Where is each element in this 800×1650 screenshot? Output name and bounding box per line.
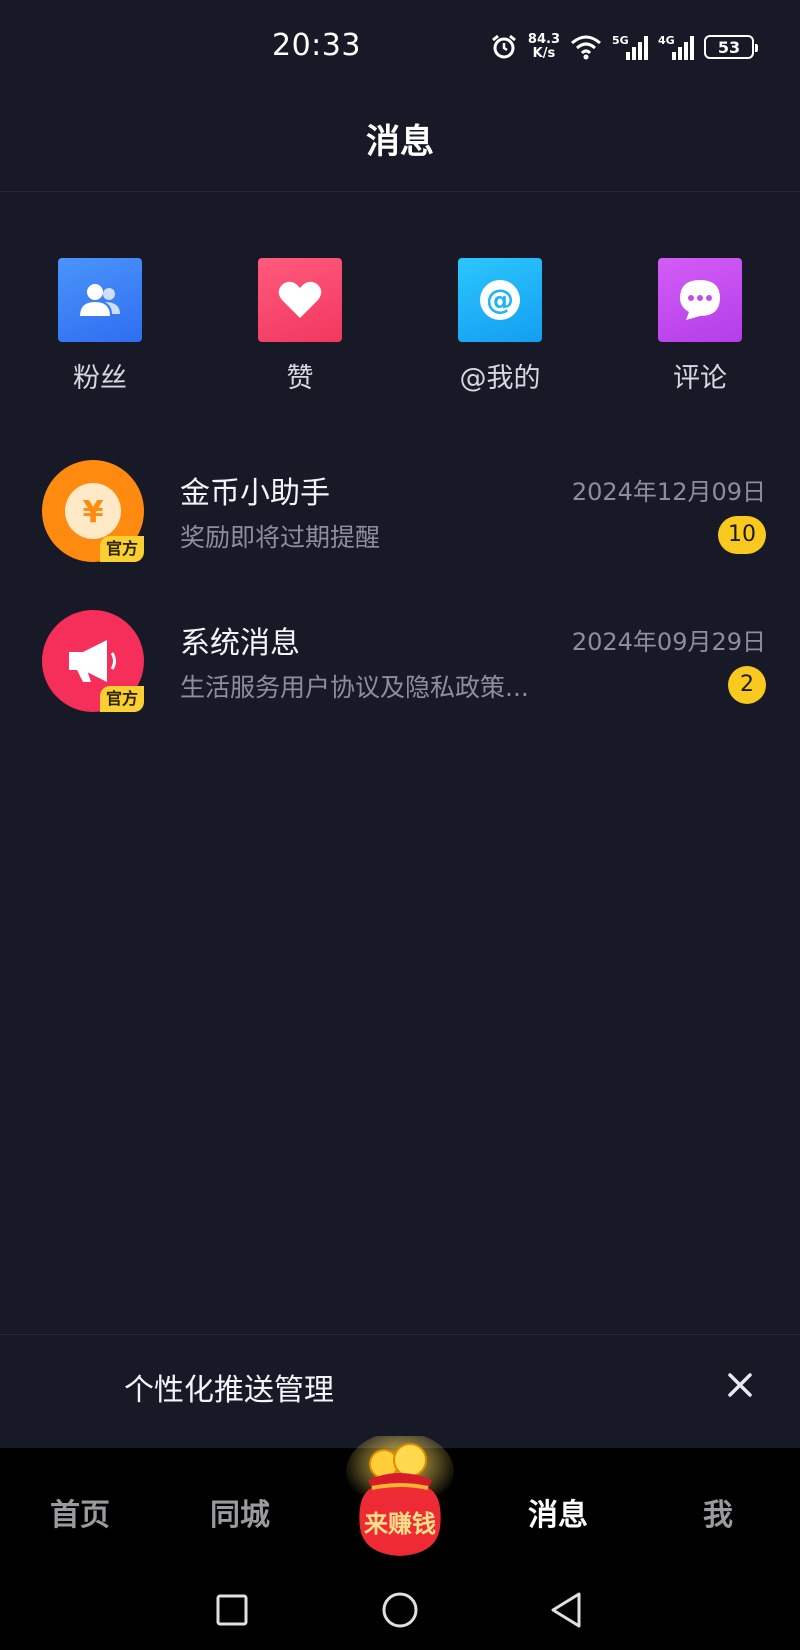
message-preview: 生活服务用户协议及隐私政策... xyxy=(180,673,529,702)
alarm-icon xyxy=(491,34,516,59)
tab-messages[interactable]: 消息 xyxy=(498,1490,618,1534)
avatar: 官方 xyxy=(42,610,144,712)
official-badge: 官方 xyxy=(99,686,144,712)
message-title: 系统消息 xyxy=(180,626,300,661)
back-button[interactable] xyxy=(540,1584,592,1636)
status-time: 20:33 xyxy=(272,28,361,63)
tab-home[interactable]: 首页 xyxy=(20,1490,140,1534)
quick-entry-comments[interactable]: 评论 xyxy=(630,258,770,395)
svg-text:¥: ¥ xyxy=(83,495,104,530)
red-packet-icon xyxy=(346,1432,454,1556)
message-preview: 奖励即将过期提醒 xyxy=(180,523,381,552)
circle-icon xyxy=(382,1592,418,1628)
at-icon: @ xyxy=(458,258,542,342)
earn-money-button[interactable]: 来赚钱 xyxy=(342,1432,458,1566)
battery-icon: 53 xyxy=(704,35,758,59)
quick-entry-label: 赞 xyxy=(286,363,314,394)
unread-badge: 2 xyxy=(728,666,766,704)
close-icon[interactable] xyxy=(720,1365,760,1405)
fans-icon xyxy=(58,258,142,342)
wifi-icon xyxy=(571,35,601,60)
header: 消息 xyxy=(0,92,800,192)
signal-5g-icon: 5G xyxy=(612,34,648,60)
back-triangle-icon xyxy=(551,1592,581,1628)
quick-entry-label: @我的 xyxy=(459,363,541,394)
message-date: 2024年09月29日 xyxy=(571,628,766,656)
quick-entry-likes[interactable]: 赞 xyxy=(230,258,370,395)
net-speed: 84.3 K/s xyxy=(527,32,560,61)
message-title: 金币小助手 xyxy=(180,476,330,511)
status-bar: 20:33 84.3 K/s 5G 4G 53 xyxy=(0,0,800,92)
square-icon xyxy=(216,1594,248,1626)
tab-me[interactable]: 我 xyxy=(658,1490,778,1534)
svg-text:@: @ xyxy=(486,283,514,316)
list-item[interactable]: 官方 系统消息 生活服务用户协议及隐私政策... 2024年09月29日 2 xyxy=(0,610,800,720)
quick-entry-fans[interactable]: 粉丝 xyxy=(30,258,170,395)
push-management-banner[interactable]: 个性化推送管理 xyxy=(0,1334,800,1448)
recent-apps-button[interactable] xyxy=(206,1584,258,1636)
heart-icon xyxy=(258,258,342,342)
signal-4g-icon: 4G xyxy=(658,34,694,60)
quick-entries: 粉丝 赞 @ @我的 评论 xyxy=(0,258,800,398)
megaphone-icon xyxy=(69,640,116,682)
home-button[interactable] xyxy=(374,1584,426,1636)
message-date: 2024年12月09日 xyxy=(571,478,766,506)
tab-local[interactable]: 同城 xyxy=(180,1490,300,1534)
system-navigation-bar xyxy=(0,1572,800,1650)
quick-entry-label: 评论 xyxy=(673,363,727,394)
comment-icon xyxy=(658,258,742,342)
unread-badge: 10 xyxy=(718,516,766,554)
push-management-text: 个性化推送管理 xyxy=(124,1373,334,1408)
list-item[interactable]: ¥ 官方 金币小助手 奖励即将过期提醒 2024年12月09日 10 xyxy=(0,460,800,570)
avatar: ¥ 官方 xyxy=(42,460,144,562)
status-icons: 84.3 K/s 5G 4G 53 xyxy=(490,30,758,64)
quick-entry-label: 粉丝 xyxy=(73,363,127,394)
earn-money-label: 来赚钱 xyxy=(364,1510,436,1538)
official-badge: 官方 xyxy=(99,536,144,562)
bottom-tab-bar: 首页 同城 来赚钱 消息 我 xyxy=(0,1432,800,1572)
yuan-coin-icon: ¥ xyxy=(65,483,121,539)
quick-entry-mentions[interactable]: @ @我的 xyxy=(430,258,570,395)
page-title: 消息 xyxy=(366,122,434,162)
